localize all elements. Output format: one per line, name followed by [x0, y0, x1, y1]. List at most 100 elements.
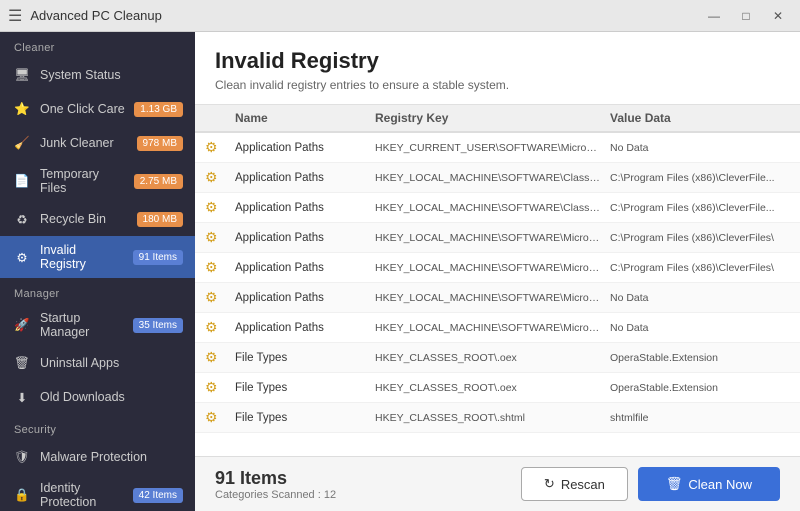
sidebar-label-recycle-bin: Recycle Bin: [40, 212, 129, 226]
page-subtitle: Clean invalid registry entries to ensure…: [215, 78, 780, 92]
sidebar-item-malware-protection[interactable]: 🛡Malware Protection: [0, 440, 195, 474]
sidebar-item-uninstall-apps[interactable]: 🗑 Uninstall Apps: [0, 346, 195, 380]
uninstall-icon: 🗑: [12, 353, 32, 373]
main-layout: Cleaner 🖥System Status ⭐ One Click Care 1.1…: [0, 32, 800, 511]
sidebar-item-old-downloads[interactable]: ⬇ Old Downloads: [0, 380, 195, 414]
rescan-label: Rescan: [561, 477, 605, 492]
sidebar-security-items: 🛡Malware Protection 🔒 Identity Protection 4…: [0, 440, 195, 511]
sidebar-label-junk-cleaner: Junk Cleaner: [40, 136, 129, 150]
trash-icon: 🧹: [12, 133, 32, 153]
row-name: Application Paths: [235, 202, 375, 214]
row-registry-key: HKEY_LOCAL_MACHINE\SOFTWARE\Microsoft\Wi…: [375, 322, 610, 334]
rescan-icon: ↻: [544, 476, 555, 492]
row-registry-icon: ⚙: [205, 379, 235, 396]
restore-button[interactable]: □: [732, 6, 760, 26]
row-name: Application Paths: [235, 292, 375, 304]
table-row[interactable]: ⚙ Application Paths HKEY_LOCAL_MACHINE\S…: [195, 313, 800, 343]
minimize-button[interactable]: —: [700, 6, 728, 26]
hamburger-icon[interactable]: ☰: [8, 6, 22, 26]
sidebar-badge-invalid-registry: 91 Items: [133, 250, 183, 265]
cleaner-section-label: Cleaner: [0, 32, 195, 58]
row-name: File Types: [235, 352, 375, 364]
row-name: File Types: [235, 382, 375, 394]
close-button[interactable]: ✕: [764, 6, 792, 26]
col-icon: [205, 111, 235, 125]
row-name: File Types: [235, 412, 375, 424]
sidebar-label-old-downloads: Old Downloads: [40, 390, 183, 404]
row-value-data: OperaStable.Extension: [610, 382, 790, 394]
sidebar-item-system-status[interactable]: 🖥System Status: [0, 58, 195, 92]
title-bar: ☰ Advanced PC Cleanup — □ ✕: [0, 0, 800, 32]
content-footer: 91 Items Categories Scanned : 12 ↻ Resca…: [195, 456, 800, 511]
clean-label: Clean Now: [688, 477, 752, 492]
file-icon: 📄: [12, 171, 32, 191]
sidebar-badge-recycle-bin: 180 MB: [137, 212, 183, 227]
sidebar: Cleaner 🖥System Status ⭐ One Click Care 1.1…: [0, 32, 195, 511]
rescan-button[interactable]: ↻ Rescan: [521, 467, 628, 501]
row-registry-icon: ⚙: [205, 289, 235, 306]
app-title: Advanced PC Cleanup: [30, 8, 162, 23]
items-count: 91 Items: [215, 468, 336, 489]
sidebar-item-temporary-files[interactable]: 📄Temporary Files2.75 MB: [0, 160, 195, 202]
table-row[interactable]: ⚙ Application Paths HKEY_CURRENT_USER\SO…: [195, 133, 800, 163]
sidebar-label-malware-protection: Malware Protection: [40, 450, 183, 464]
sidebar-item-one-click-care[interactable]: ⭐ One Click Care 1.13 GB: [0, 92, 195, 126]
sidebar-label-identity-protection: Identity Protection: [40, 481, 125, 509]
manager-section-label: Manager: [0, 278, 195, 304]
col-value: Value Data: [610, 111, 790, 125]
sidebar-badge-one-click-care: 1.13 GB: [134, 102, 183, 117]
table-body: ⚙ Application Paths HKEY_CURRENT_USER\SO…: [195, 133, 800, 433]
clean-now-button[interactable]: 🗑 Clean Now: [638, 467, 780, 501]
row-registry-icon: ⚙: [205, 349, 235, 366]
row-registry-icon: ⚙: [205, 199, 235, 216]
table-row[interactable]: ⚙ File Types HKEY_CLASSES_ROOT\.oex Oper…: [195, 343, 800, 373]
sidebar-item-recycle-bin[interactable]: ♻Recycle Bin180 MB: [0, 202, 195, 236]
row-value-data: C:\Program Files (x86)\CleverFiles\: [610, 232, 790, 244]
sidebar-badge-temporary-files: 2.75 MB: [134, 174, 183, 189]
row-name: Application Paths: [235, 262, 375, 274]
sidebar-item-invalid-registry[interactable]: ⚙ Invalid Registry 91 Items: [0, 236, 195, 278]
row-registry-key: HKEY_LOCAL_MACHINE\SOFTWARE\Classes\Appl…: [375, 202, 610, 214]
table-row[interactable]: ⚙ Application Paths HKEY_LOCAL_MACHINE\S…: [195, 253, 800, 283]
row-value-data: No Data: [610, 142, 790, 154]
download-icon: ⬇: [12, 387, 32, 407]
table-row[interactable]: ⚙ File Types HKEY_CLASSES_ROOT\.oex Oper…: [195, 373, 800, 403]
row-registry-key: HKEY_LOCAL_MACHINE\SOFTWARE\Classes\Appl…: [375, 172, 610, 184]
monitor-icon: 🖥: [12, 65, 32, 85]
page-title: Invalid Registry: [215, 48, 780, 74]
sidebar-label-invalid-registry: Invalid Registry: [40, 243, 125, 271]
row-registry-icon: ⚙: [205, 139, 235, 156]
row-name: Application Paths: [235, 172, 375, 184]
registry-icon: ⚙: [12, 247, 32, 267]
sidebar-badge-startup-manager: 35 Items: [133, 318, 183, 333]
lock-icon: 🔒: [12, 485, 32, 505]
row-name: Application Paths: [235, 142, 375, 154]
row-value-data: shtmlfile: [610, 412, 790, 424]
sidebar-item-junk-cleaner[interactable]: 🧹Junk Cleaner978 MB: [0, 126, 195, 160]
table-row[interactable]: ⚙ File Types HKEY_CLASSES_ROOT\.shtml sh…: [195, 403, 800, 433]
row-registry-key: HKEY_LOCAL_MACHINE\SOFTWARE\Microsoft\Wi…: [375, 262, 610, 274]
col-key: Registry Key: [375, 111, 610, 125]
star-icon: ⭐: [12, 99, 32, 119]
window-controls: — □ ✕: [700, 6, 792, 26]
table-row[interactable]: ⚙ Application Paths HKEY_LOCAL_MACHINE\S…: [195, 163, 800, 193]
row-registry-icon: ⚙: [205, 319, 235, 336]
sidebar-label-one-click-care: One Click Care: [40, 102, 126, 116]
sidebar-item-identity-protection[interactable]: 🔒 Identity Protection 42 Items: [0, 474, 195, 511]
table-row[interactable]: ⚙ Application Paths HKEY_LOCAL_MACHINE\S…: [195, 193, 800, 223]
content-area: Invalid Registry Clean invalid registry …: [195, 32, 800, 511]
row-registry-icon: ⚙: [205, 409, 235, 426]
title-bar-left: ☰ Advanced PC Cleanup: [8, 6, 162, 26]
row-value-data: C:\Program Files (x86)\CleverFile...: [610, 202, 790, 214]
sidebar-label-uninstall-apps: Uninstall Apps: [40, 356, 183, 370]
content-header: Invalid Registry Clean invalid registry …: [195, 32, 800, 105]
table-row[interactable]: ⚙ Application Paths HKEY_LOCAL_MACHINE\S…: [195, 283, 800, 313]
row-name: Application Paths: [235, 322, 375, 334]
table-container[interactable]: ⚙ Application Paths HKEY_CURRENT_USER\SO…: [195, 133, 800, 456]
row-registry-key: HKEY_LOCAL_MACHINE\SOFTWARE\Microsoft\Wi…: [375, 232, 610, 244]
row-registry-key: HKEY_CLASSES_ROOT\.shtml: [375, 412, 610, 424]
startup-icon: 🚀: [12, 315, 32, 335]
sidebar-item-startup-manager[interactable]: 🚀Startup Manager35 Items: [0, 304, 195, 346]
sidebar-badge-identity-protection: 42 Items: [133, 488, 183, 503]
table-row[interactable]: ⚙ Application Paths HKEY_LOCAL_MACHINE\S…: [195, 223, 800, 253]
